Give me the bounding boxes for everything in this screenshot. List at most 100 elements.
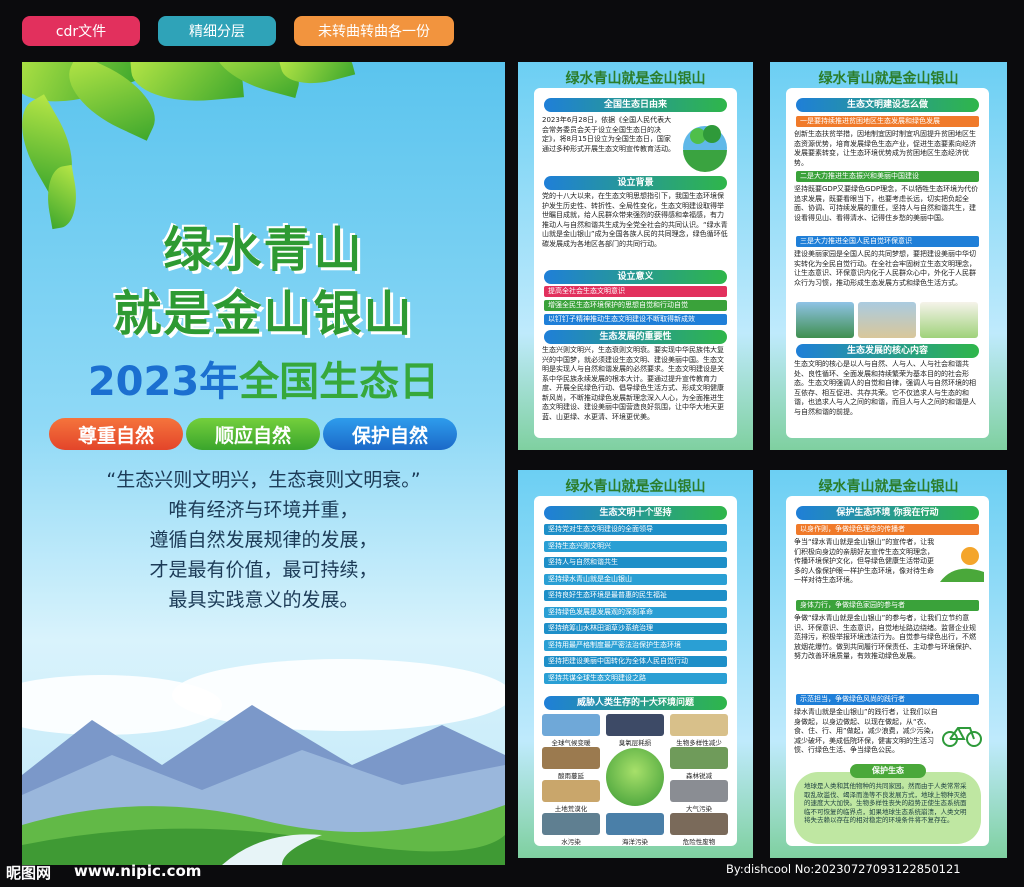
section-subtitle: 示范担当，争做绿色风尚的践行者 [796, 694, 979, 705]
section-title: 设立背景 [544, 176, 727, 190]
problem-caption: 酸雨蔓延 [558, 772, 584, 780]
panel-card: 生态文明十个坚持 坚持党对生态文明建设的全面领导 坚持生态兴则文明兴 坚持人与自然和… [534, 496, 737, 846]
significance-item: 以钉钉子精神推动生态文明建设不断取得新成效 [544, 314, 727, 325]
section-title: 生态发展的重要性 [544, 330, 727, 344]
problem-photo [670, 780, 728, 802]
tag-cdr-file[interactable]: cdr文件 [22, 16, 140, 46]
problem-photo [670, 747, 728, 769]
panel-card: 保护生态环境 你我在行动 以身作则，争做绿色理念的传播者 争当“绿水青山就是金山… [786, 496, 989, 846]
panel-card: 全国生态日由来 2023年6月28日，依据《全国人民代表大会常务委员会关于设立全… [534, 88, 737, 438]
significance-item: 增强全民生态环境保护的思想自觉和行动自觉 [544, 300, 727, 311]
panel-header: 绿水青山就是金山银山 [565, 71, 706, 87]
adherence-item: 坚持人与自然和谐共生 [544, 557, 727, 568]
coast-photo [858, 302, 916, 338]
cloud-title: 保护生态 [850, 764, 926, 778]
adherence-item: 坚持党对生态文明建设的全面领导 [544, 524, 727, 535]
problem-caption: 全球气候变暖 [551, 739, 591, 747]
year-title: 2023年全国生态日 [22, 349, 505, 407]
problem-photo [542, 714, 600, 736]
problem-photo [606, 813, 664, 835]
panel-ten-adherences: 绿水青山就是金山银山 生态文明十个坚持 坚持党对生态文明建设的全面领导 坚持生态兴… [518, 470, 753, 858]
main-title-line2: 就是金山银山 [113, 286, 414, 342]
section-text: 建设美丽家园是全国人民的共同梦想，要把建设美丽中华切实转化为全民自觉行动。在全社… [794, 250, 976, 287]
sun-landscape-icon [940, 547, 984, 582]
main-title-line1: 绿水青山 [163, 222, 364, 278]
problem-photo [670, 714, 728, 736]
section-title: 生态发展的核心内容 [796, 344, 979, 358]
section-text: 创新生态扶贫举措，因地制宜因时制宜巩固提升贫困地区生态资源优势，培育发展绿色生态… [794, 130, 976, 167]
section-subtitle: 身体力行，争做绿色家园的参与者 [796, 600, 979, 611]
landscape-illustration [22, 659, 505, 865]
section-text: 生态兴则文明兴，生态衰则文明衰。要实现中华民族伟大复兴的中国梦，就必须建设生态文… [542, 346, 724, 421]
problem-photo [670, 813, 728, 835]
adherence-item: 坚持绿水青山就是金山银山 [544, 573, 727, 585]
bicycle-icon [942, 727, 982, 747]
section-text: 绿水青山就是金山银山”的践行者，让我们以自身做起，以身边做起、以现在做起，从“衣… [794, 708, 938, 754]
protect-ecology-cloud: 保护生态 地球是人类和其他物种的共同家园。然而由于人类常常采取乱砍滥伐、竭泽而渔… [794, 764, 981, 844]
section-subtitle: 三是大力推进全国人民自觉环保意识 [796, 236, 979, 247]
section-subtitle: 二是大力推进生态振兴和美丽中国建设 [796, 171, 979, 182]
section-subtitle: 以身作则，争做绿色理念的传播者 [796, 524, 979, 535]
section-title: 威胁人类生存的十大环境问题 [544, 696, 727, 710]
section-subtitle: 一是要持续推进贫困地区生态发展和绿色发展 [796, 116, 979, 127]
problem-caption: 大气污染 [686, 805, 712, 813]
image-id: By:dishcool No:20230727093122850121 [726, 862, 961, 876]
watermark-logo: 昵图网 [6, 864, 52, 882]
significance-item: 提高全社会生态文明意识 [544, 286, 727, 297]
panel-how-to-build: 绿水青山就是金山银山 生态文明建设怎么做 一是要持续推进贫困地区生态发展和绿色发… [770, 62, 1007, 450]
problem-photo [606, 714, 664, 736]
pill-follow-nature: 顺应自然 [186, 418, 320, 450]
section-text: 党的十八大以来，在生态文明思想指引下，我国生态环境保护发生历史性、转折性、全局性… [542, 192, 728, 248]
section-title: 保护生态环境 你我在行动 [796, 506, 979, 520]
section-title: 设立意义 [544, 270, 727, 284]
adherence-item: 坚持生态兴则文明兴 [544, 540, 727, 552]
earth-tree-icon [683, 125, 727, 172]
problem-caption: 生物多样性减少 [676, 739, 722, 747]
problem-photo [542, 780, 600, 802]
section-text: 坚持既要GDP又要绿色GDP理念，不以牺牲生态环境为代价追求发展，既要看眼当下，… [794, 185, 979, 222]
problem-photo [542, 747, 600, 769]
problem-photo [542, 813, 600, 835]
problem-caption: 海洋污染 [622, 838, 648, 846]
cloud-text: 地球是人类和其他物种的共同家园。然而由于人类常常采取乱砍滥伐、竭泽而渔等不良发展… [804, 782, 967, 825]
adherence-item: 坚持把建设美丽中国转化为全体人民自觉行动 [544, 656, 727, 667]
adherence-item: 坚持用最严格制度最严密法治保护生态环境 [544, 639, 727, 651]
section-title: 全国生态日由来 [544, 98, 727, 112]
panel-card: 生态文明建设怎么做 一是要持续推进贫困地区生态发展和绿色发展 创新生态扶贫举措，… [786, 88, 989, 438]
people-photo [920, 302, 978, 338]
panel-header: 绿水青山就是金山银山 [818, 71, 959, 87]
landscape-photo [796, 302, 854, 338]
section-text: 争当“绿水青山就是金山银山”的宣传者，让我们积极向身边的亲朋好友宣传生态文明理念… [794, 538, 935, 584]
problem-caption: 臭氧层耗损 [618, 739, 652, 747]
quote-line: “生态兴则文明兴，生态衰则文明衰。” [106, 469, 421, 491]
year-title-day: 全国生态日 [239, 359, 440, 405]
problem-caption: 森林锐减 [686, 772, 712, 780]
adherence-item: 坚持共谋全球生态文明建设之路 [544, 672, 727, 684]
section-text: 争做“绿水青山就是金山银山”的参与者，让我们立节约意识、环保意识、生态意识，自觉… [794, 614, 976, 660]
quote-line: 才是最有价值，最可持续， [149, 559, 378, 581]
section-title: 生态文明建设怎么做 [796, 98, 979, 112]
panel-take-action: 绿水青山就是金山银山 保护生态环境 你我在行动 以身作则，争做绿色理念的传播者 … [770, 470, 1007, 858]
tag-fine-layers[interactable]: 精细分层 [158, 16, 276, 46]
panel-header: 绿水青山就是金山银山 [565, 479, 706, 495]
adherence-item: 坚持绿色发展是发展观的深刻革命 [544, 606, 727, 618]
main-poster: 绿水青山 就是金山银山 2023年全国生态日 尊重自然 顺应自然 保护自然 “生… [22, 62, 505, 865]
tag-outline-versions[interactable]: 未转曲转曲各一份 [294, 16, 454, 46]
panel-ecology-day-origin: 绿水青山就是金山银山 全国生态日由来 2023年6月28日，依据《全国人民代表大… [518, 62, 753, 450]
adherence-item: 坚持良好生态环境是最普惠的民生福祉 [544, 590, 727, 601]
problem-caption: 土地荒漠化 [554, 805, 588, 813]
pill-respect-nature: 尊重自然 [49, 418, 183, 450]
adherence-item: 坚持统筹山水林田湖草沙系统治理 [544, 623, 727, 634]
section-title: 生态文明十个坚持 [544, 506, 727, 520]
year-title-year: 2023年 [87, 359, 240, 405]
watermark-site[interactable]: www.nipic.com [74, 862, 201, 880]
quote-line: 遵循自然发展规律的发展， [149, 529, 378, 551]
section-text: 生态文明的核心是以人与自然、人与人、人与社会和谐共处、良性循环、全面发展和持续繁… [794, 360, 976, 416]
section-text: 2023年6月28日，依据《全国人民代表大会常务委员会关于设立全国生态日的决定》… [542, 116, 675, 153]
green-planet-illustration [606, 748, 664, 806]
problem-caption: 危险性废物 [682, 838, 716, 846]
quote-line: 最具实践意义的发展。 [168, 589, 359, 611]
problem-caption: 水污染 [561, 838, 581, 846]
pill-protect-nature: 保护自然 [323, 418, 457, 450]
quote-line: 唯有经济与环境并重， [168, 499, 359, 521]
